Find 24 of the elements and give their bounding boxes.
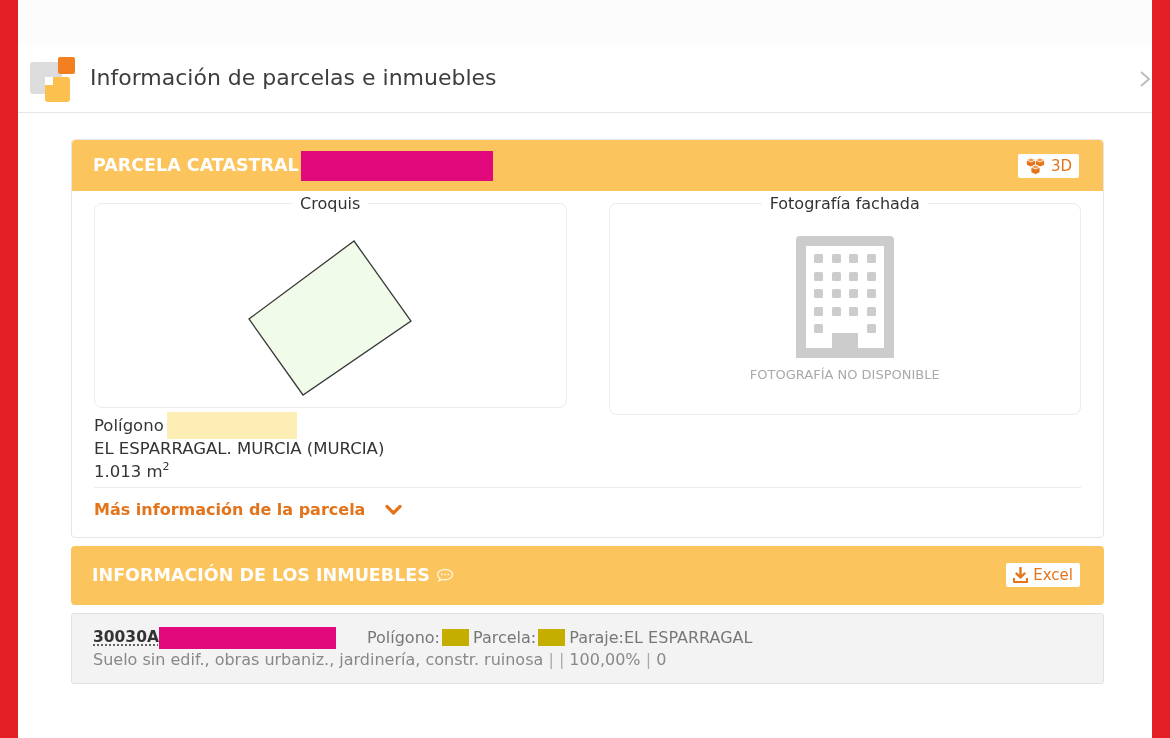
stacked-squares-icon [29,55,75,102]
comment-icon [435,568,454,583]
panel-legend: Fotografía fachada [761,195,928,213]
more-info-toggle[interactable]: Más información de la parcela [94,487,403,521]
panel-title: Información de parcelas e inmuebles [90,65,497,92]
panel-legend: Croquis [292,195,369,213]
cubes-icon [1024,156,1046,175]
detail-text: 1.013 m$^{2}$ [94,459,170,483]
location-text: Polígono: [366,626,440,649]
section-title: INFORMACIÓN DE LOS INMUEBLES [92,564,430,586]
location-text: Parcela: [472,626,537,649]
location-text: Paraje:EL ESPARRAGAL [569,626,753,649]
photo-unavailable-text: FOTOGRAFÍA NO DISPONIBLE [749,366,940,383]
detail-text: EL ESPARRAGAL. MURCIA (MURCIA) [94,437,385,460]
download-icon [1013,567,1029,584]
chevron-right-icon[interactable] [1140,70,1150,87]
view-3d-button[interactable]: 3D [1017,153,1079,178]
property-item[interactable]: 30030A Polígono: Parcela: Paraje:EL ESPARRAGAL Suelo sin edif., obras urbaniz., jardinería, constr. ruinosa | | 100,00% | 0 [71,612,1104,684]
detail-text: Polígono [94,414,164,437]
card-title: PARCELA CATASTRAL [93,155,299,176]
building-icon [795,235,894,358]
excel-export-button[interactable]: Excel [1006,563,1080,588]
usage-summary: Suelo sin edif., obras urbaniz., jardinería, constr. ruinosa | | 100,00% | 0 [93,648,668,671]
property-reference-link[interactable]: 30030A [93,625,159,650]
